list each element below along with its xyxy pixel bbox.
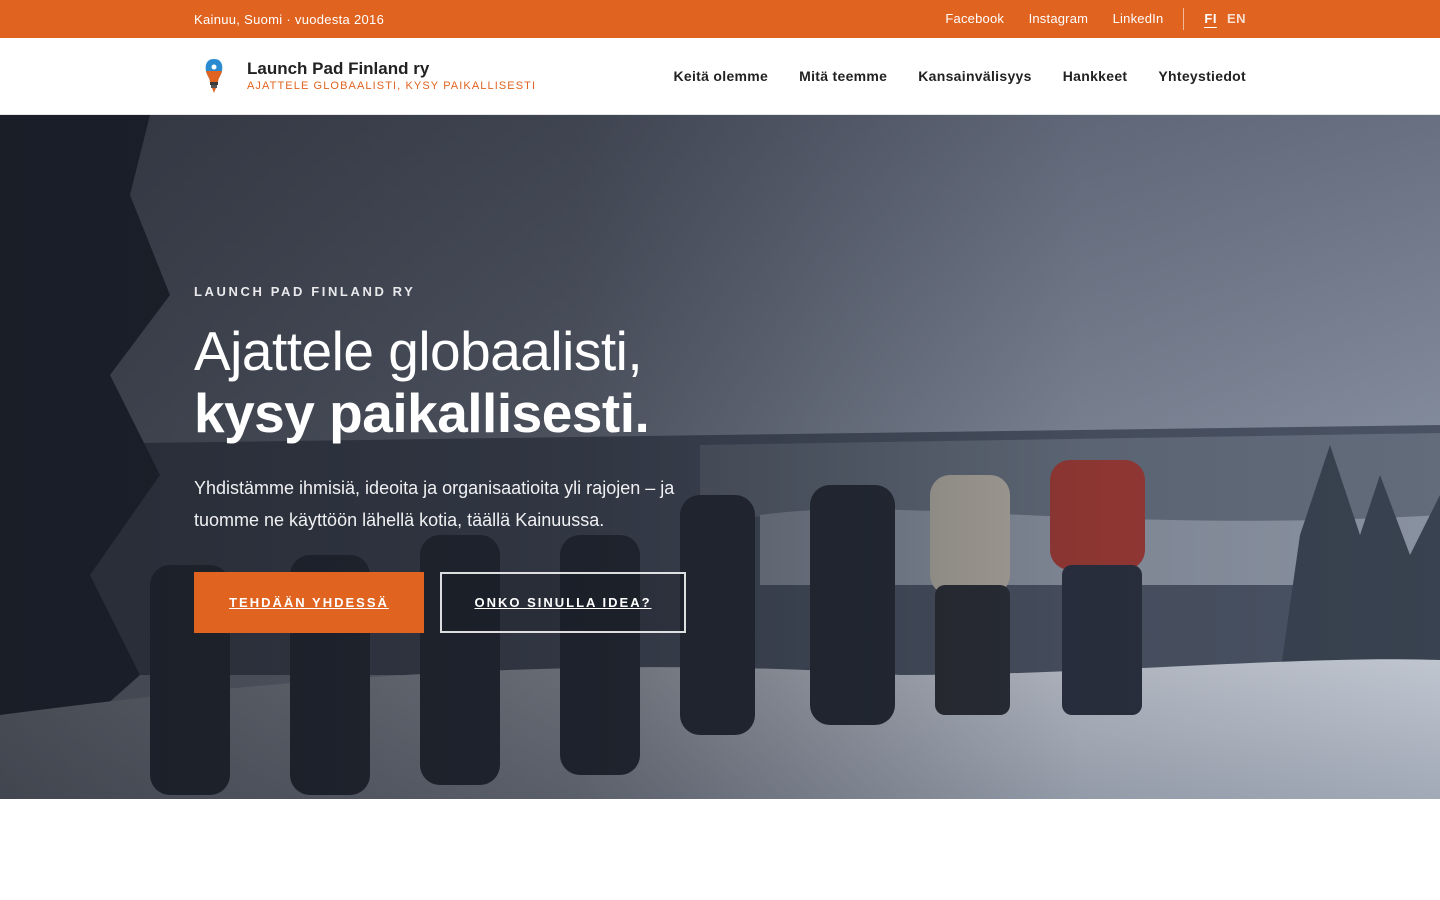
brand-tagline: AJATTELE GLOBAALISTI, KYSY PAIKALLISESTI (247, 80, 537, 92)
lang-fi[interactable]: FI (1204, 11, 1217, 28)
language-switcher: FI EN (1204, 11, 1246, 28)
nav-mita-teemme[interactable]: Mitä teemme (799, 68, 887, 84)
content-below-hero (0, 799, 1440, 900)
hero-headline-line1: Ajattele globaalisti, (194, 320, 643, 382)
location-text: Kainuu, Suomi · vuodesta 2016 (194, 11, 385, 27)
hero-eyebrow: LAUNCH PAD FINLAND RY (194, 284, 416, 299)
social-links: Facebook Instagram LinkedIn (925, 10, 1163, 28)
tehdaan-yhdessa-button[interactable]: TEHDÄÄN YHDESSÄ (194, 572, 424, 633)
hero-lead: Yhdistämme ihmisiä, ideoita ja organisaa… (194, 478, 675, 530)
lightbulb-rocket-icon (205, 59, 223, 93)
nav-kansainvalisyys[interactable]: Kansainvälisyys (918, 68, 1031, 84)
lang-en[interactable]: EN (1227, 11, 1246, 28)
facebook-link[interactable]: Facebook (945, 11, 1004, 26)
topbar-divider (1183, 8, 1185, 30)
hero-headline-line2: kysy paikallisesti. (194, 382, 650, 444)
nav-keita-olemme[interactable]: Keitä olemme (674, 68, 769, 84)
top-bar: Kainuu, Suomi · vuodesta 2016 Facebook I… (0, 0, 1440, 38)
brand[interactable]: Launch Pad Finland ry AJATTELE GLOBAALIS… (194, 56, 536, 96)
onko-sinulla-idea-button[interactable]: ONKO SINULLA IDEA? (440, 572, 686, 633)
instagram-link[interactable]: Instagram (1029, 11, 1089, 26)
hero-overlay (0, 115, 1440, 799)
linkedin-link[interactable]: LinkedIn (1113, 11, 1164, 26)
site-header: Launch Pad Finland ry AJATTELE GLOBAALIS… (0, 38, 1440, 115)
nav-yhteystiedot[interactable]: Yhteystiedot (1158, 68, 1246, 84)
nav-hankkeet[interactable]: Hankkeet (1063, 68, 1128, 84)
brand-name: Launch Pad Finland ry (247, 59, 430, 78)
main-nav: Keitä olemme Mitä teemme Kansainvälisyys… (674, 68, 1247, 84)
hero-section: LAUNCH PAD FINLAND RY Ajattele globaalis… (0, 115, 1440, 799)
